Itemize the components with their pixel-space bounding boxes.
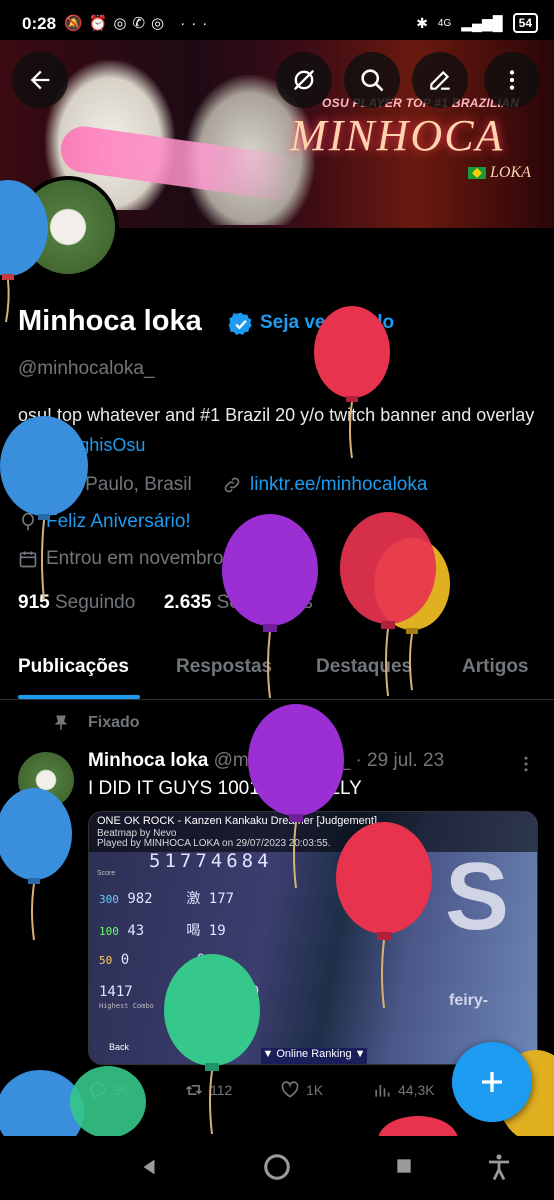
status-right: ✱ 4G ▂▄▆█ 54 — [416, 13, 538, 33]
joined-row: Entrou em novembro de 2020 — [18, 548, 297, 570]
edit-profile-button[interactable] — [412, 52, 468, 108]
sync-off-icon — [293, 69, 315, 91]
profile-location: São Paulo, Brasil — [46, 474, 192, 495]
website-row: linktr.ee/minhocaloka — [222, 474, 427, 496]
media-rank: S — [445, 843, 510, 950]
network-label: 4G — [437, 17, 452, 29]
get-verified-link[interactable]: Seja verificado — [260, 312, 394, 334]
media-score-label: Score — [97, 870, 116, 877]
like-action[interactable]: 1K — [280, 1080, 323, 1100]
post-author[interactable]: Minhoca loka — [88, 750, 208, 771]
brazil-flag-icon — [468, 167, 486, 180]
active-tab-indicator — [18, 695, 140, 699]
notification-icons: 🔕⏰◎✆◎ ··· — [64, 15, 214, 32]
pinned-label: Fixado — [88, 714, 140, 731]
retweet-action[interactable]: 112 — [184, 1080, 232, 1100]
media-watermark: feiry- — [449, 992, 489, 1009]
follow-counts: 915 Seguindo 2.635 Seguidores — [18, 592, 313, 614]
tab-artigos[interactable]: Artigos — [462, 656, 529, 678]
post-avatar[interactable] — [18, 752, 74, 808]
profile-bio: osu! top whatever and #1 Brazil 20 y/o t… — [18, 400, 538, 460]
search-icon — [361, 69, 384, 92]
following-link[interactable]: 915 Seguindo — [18, 592, 135, 613]
back-arrow-icon — [30, 70, 50, 90]
retweet-icon — [185, 1085, 203, 1095]
post-handle[interactable]: @minhocaloka_ — [214, 750, 351, 771]
edit-icon — [430, 70, 450, 90]
accessibility-icon[interactable] — [484, 1152, 514, 1182]
media-score: 51774684 — [149, 850, 273, 872]
bluetooth-icon: ✱ — [416, 14, 428, 31]
location-icon — [21, 475, 35, 495]
signal-icon: ▂▄▆█ — [461, 14, 503, 31]
post-media-image[interactable]: ONE OK ROCK - Kanzen Kankaku Dreamer [Ju… — [88, 811, 538, 1065]
profile-handle: @minhocaloka_ — [18, 358, 155, 379]
profile-tabs: Publicações Respostas Destaques Artigos — [0, 648, 554, 700]
media-back-label: Back — [109, 1042, 130, 1052]
media-played-by: Played by MINHOCA LOKA on 29/07/2023 20:… — [97, 838, 331, 849]
plus-icon — [482, 1072, 502, 1092]
views-action[interactable]: 44,3K — [372, 1080, 435, 1100]
back-button[interactable] — [12, 52, 68, 108]
calendar-icon — [19, 551, 37, 568]
birthday-row: Feliz Aniversário! — [18, 511, 191, 533]
media-online-ranking: ▼ Online Ranking ▼ — [261, 1048, 367, 1064]
tab-respostas[interactable]: Respostas — [176, 656, 272, 678]
banner-title: MINHOCA — [290, 111, 505, 160]
post-more-icon[interactable] — [516, 754, 536, 774]
profile-website-link[interactable]: linktr.ee/minhocaloka — [250, 474, 427, 496]
views-icon — [375, 1085, 390, 1097]
compose-button[interactable] — [452, 1042, 532, 1122]
battery-indicator: 54 — [512, 13, 538, 33]
reply-icon — [90, 1082, 106, 1099]
more-vertical-icon — [509, 70, 515, 90]
followers-link[interactable]: 2.635 Seguidores — [164, 592, 313, 613]
balloon-icon — [0, 788, 72, 941]
bio-mention-link[interactable]: @LighisOsu — [47, 435, 145, 455]
tab-destaques[interactable]: Destaques — [316, 656, 412, 678]
link-icon — [224, 477, 240, 493]
system-nav-bar — [0, 1136, 554, 1200]
profile-avatar[interactable] — [17, 176, 119, 278]
balloon-icon — [22, 512, 34, 531]
banner-tag: LOKA — [468, 164, 531, 182]
more-button[interactable] — [484, 52, 540, 108]
sync-button[interactable] — [276, 52, 332, 108]
location-row: São Paulo, Brasil — [18, 474, 192, 496]
verified-badge-icon — [228, 312, 252, 335]
nav-home-icon[interactable] — [262, 1152, 292, 1182]
reply-action[interactable]: 96 — [88, 1080, 130, 1100]
nav-back-icon[interactable] — [138, 1156, 160, 1178]
post-date: · 29 jul. 23 — [355, 750, 445, 771]
status-time: 0:28 — [22, 14, 57, 33]
balloon-icon — [70, 1066, 146, 1138]
profile-joined: Entrou em novembro de 2020 — [46, 548, 298, 569]
media-song: ONE OK ROCK - Kanzen Kankaku Dreamer [Ju… — [97, 815, 378, 827]
nav-recents-icon[interactable] — [394, 1156, 414, 1176]
search-button[interactable] — [344, 52, 400, 108]
tab-publicacoes[interactable]: Publicações — [18, 656, 129, 678]
profile-name: Minhoca loka — [18, 305, 202, 337]
birthday-text[interactable]: Feliz Aniversário! — [46, 511, 191, 533]
pin-icon — [54, 715, 68, 730]
post-text: I DID IT GUYS 1001pp FINALLY — [88, 778, 362, 799]
like-icon — [281, 1081, 299, 1098]
post-header: Minhoca loka @minhocaloka_ · 29 jul. 23 — [88, 750, 444, 772]
